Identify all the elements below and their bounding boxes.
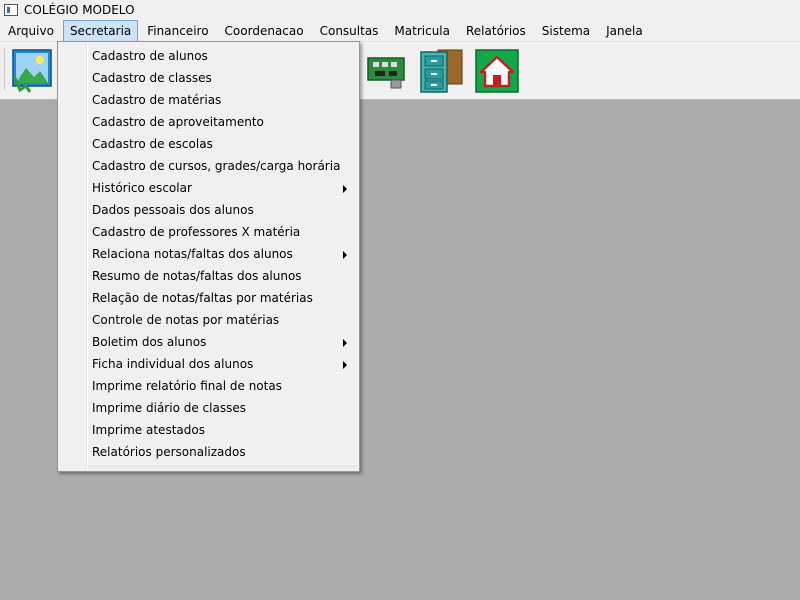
menu-item-label: Resumo de notas/faltas dos alunos: [92, 269, 302, 283]
menu-item-resumo-notas[interactable]: Resumo de notas/faltas dos alunos: [60, 265, 357, 287]
menu-item-cadastro-classes[interactable]: Cadastro de classes: [60, 67, 357, 89]
home-icon: [475, 49, 519, 93]
menu-secretaria[interactable]: Secretaria: [62, 19, 139, 42]
menu-matricula[interactable]: Matricula: [387, 20, 457, 42]
menu-coordenacao[interactable]: Coordenacao: [218, 20, 311, 42]
file-cabinet-button[interactable]: [418, 46, 464, 94]
menu-relatorios[interactable]: Relatórios: [459, 20, 533, 42]
menu-consultas[interactable]: Consultas: [313, 20, 386, 42]
picture-frame-icon: [12, 49, 52, 93]
menu-item-cadastro-escolas[interactable]: Cadastro de escolas: [60, 133, 357, 155]
window-title: COLÉGIO MODELO: [24, 3, 135, 17]
menu-item-relatorio-final[interactable]: Imprime relatório final de notas: [60, 375, 357, 397]
menu-item-dados-pessoais[interactable]: Dados pessoais dos alunos: [60, 199, 357, 221]
menu-janela[interactable]: Janela: [599, 20, 650, 42]
menu-item-label: Cadastro de classes: [92, 71, 212, 85]
submenu-arrow-icon: [343, 251, 347, 259]
menu-item-diario-classes[interactable]: Imprime diário de classes: [60, 397, 357, 419]
menu-divider: [88, 466, 357, 467]
menu-item-label: Dados pessoais dos alunos: [92, 203, 254, 217]
menu-item-label: Cadastro de professores X matéria: [92, 225, 301, 239]
menu-item-cadastro-alunos[interactable]: Cadastro de alunos: [60, 45, 357, 67]
menu-item-label: Controle de notas por matérias: [92, 313, 280, 327]
menu-financeiro[interactable]: Financeiro: [140, 20, 215, 42]
app-window-icon[interactable]: [4, 4, 18, 16]
menu-item-label: Boletim dos alunos: [92, 335, 207, 349]
menu-item-label: Cadastro de matérias: [92, 93, 222, 107]
menu-item-label: Relação de notas/faltas por matérias: [92, 291, 313, 305]
menu-item-label: Relaciona notas/faltas dos alunos: [92, 247, 293, 261]
menu-item-boletim[interactable]: Boletim dos alunos: [60, 331, 357, 353]
menu-item-historico-escolar[interactable]: Histórico escolar: [60, 177, 357, 199]
menu-item-label: Cadastro de escolas: [92, 137, 213, 151]
circuit-board-button[interactable]: [363, 46, 409, 94]
submenu-arrow-icon: [343, 339, 347, 347]
picture-frame-button[interactable]: [10, 46, 56, 94]
menu-sistema[interactable]: Sistema: [535, 20, 597, 42]
menu-item-cadastro-aproveitamento[interactable]: Cadastro de aproveitamento: [60, 111, 357, 133]
menu-item-relacao-notas[interactable]: Relação de notas/faltas por matérias: [60, 287, 357, 309]
menu-item-label: Ficha individual dos alunos: [92, 357, 254, 371]
menu-item-label: Imprime diário de classes: [92, 401, 246, 415]
menu-item-label: Cadastro de aproveitamento: [92, 115, 264, 129]
menu-item-professores-materia[interactable]: Cadastro de professores X matéria: [60, 221, 357, 243]
toolbar-grip: [4, 48, 5, 90]
secretaria-dropdown-menu: Cadastro de alunos Cadastro de classes C…: [57, 41, 360, 472]
menu-item-label: Imprime atestados: [92, 423, 205, 437]
menu-item-label: Imprime relatório final de notas: [92, 379, 282, 393]
menu-item-relatorios-personalizados[interactable]: Relatórios personalizados: [60, 441, 357, 463]
menu-item-ficha-individual[interactable]: Ficha individual dos alunos: [60, 353, 357, 375]
menu-item-label: Histórico escolar: [92, 181, 192, 195]
title-bar: COLÉGIO MODELO: [0, 0, 800, 20]
file-cabinet-icon: [420, 49, 463, 93]
menu-item-atestados[interactable]: Imprime atestados: [60, 419, 357, 441]
submenu-arrow-icon: [343, 361, 347, 369]
menu-arquivo[interactable]: Arquivo: [1, 20, 61, 42]
menu-item-cadastro-materias[interactable]: Cadastro de matérias: [60, 89, 357, 111]
menu-item-label: Cadastro de alunos: [92, 49, 208, 63]
home-button[interactable]: [474, 46, 520, 94]
menu-bar: Arquivo Secretaria Financeiro Coordenaca…: [0, 19, 800, 42]
circuit-board-icon: [367, 57, 405, 89]
submenu-arrow-icon: [343, 185, 347, 193]
menu-item-relaciona-notas[interactable]: Relaciona notas/faltas dos alunos: [60, 243, 357, 265]
menu-item-label: Cadastro de cursos, grades/carga horária: [92, 159, 341, 173]
menu-item-cadastro-cursos[interactable]: Cadastro de cursos, grades/carga horária: [60, 155, 357, 177]
menu-item-label: Relatórios personalizados: [92, 445, 246, 459]
menu-item-controle-notas[interactable]: Controle de notas por matérias: [60, 309, 357, 331]
